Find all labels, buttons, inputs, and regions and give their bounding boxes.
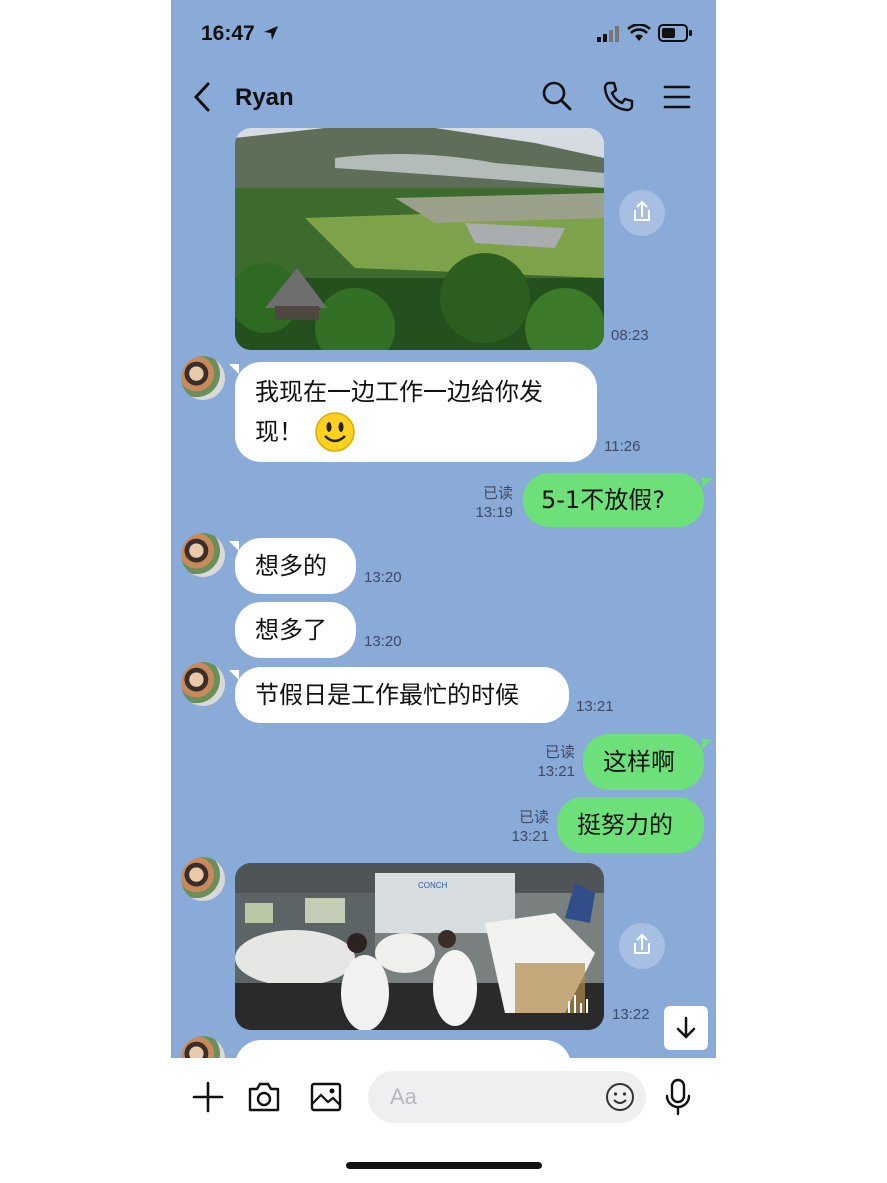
message-bubble-outgoing[interactable]: 5-1不放假? <box>523 473 704 527</box>
emoji-icon[interactable] <box>604 1081 636 1113</box>
message-text: 这样啊 <box>603 748 675 776</box>
avatar[interactable] <box>181 1036 225 1058</box>
message-input[interactable]: Aa <box>368 1071 646 1123</box>
input-placeholder: Aa <box>390 1084 417 1109</box>
bubble-tail <box>229 364 239 374</box>
message-time: 08:23 <box>611 327 649 344</box>
message-text: 5-1不放假? <box>541 486 665 514</box>
phone-icon[interactable] <box>602 80 634 112</box>
message-time: 13:20 <box>364 569 402 586</box>
bubble-tail <box>229 670 239 680</box>
status-time: 16:47 <box>201 22 255 45</box>
home-indicator[interactable] <box>346 1162 542 1169</box>
arrow-down-icon <box>676 1016 696 1039</box>
share-button[interactable] <box>619 190 665 236</box>
microphone-icon[interactable] <box>663 1078 693 1116</box>
composer-bar: Aa <box>171 1058 716 1183</box>
message-text: 想多了 <box>255 616 327 644</box>
photo-message-landscape[interactable] <box>235 128 604 350</box>
read-receipt: 已读 13:19 <box>475 485 513 521</box>
message-bubble-incoming[interactable]: 想多了 <box>235 602 356 658</box>
chat-area[interactable]: 16:47 Ryan 08:23 我现在一边工作一边给你发 现！ 11:26 已… <box>171 0 716 1058</box>
read-receipt: 已读 13:21 <box>537 744 575 780</box>
share-button[interactable] <box>619 923 665 969</box>
scroll-to-bottom-button[interactable] <box>664 1006 708 1050</box>
avatar[interactable] <box>181 857 225 901</box>
message-text: 现！ <box>255 418 303 446</box>
avatar[interactable] <box>181 533 225 577</box>
message-bubble-outgoing[interactable]: 这样啊 <box>583 734 704 790</box>
battery-icon <box>658 24 692 42</box>
smiley-emoji-icon <box>315 412 355 452</box>
wifi-icon <box>627 24 651 41</box>
message-bubble-incoming[interactable]: 想多的 <box>235 538 356 594</box>
message-bubble-incoming[interactable] <box>235 1040 571 1058</box>
bubble-tail <box>702 478 712 488</box>
back-icon[interactable] <box>191 82 213 112</box>
message-bubble-incoming[interactable]: 节假日是工作最忙的时候 <box>235 667 569 723</box>
contact-name[interactable]: Ryan <box>235 84 294 112</box>
landscape-photo <box>235 128 604 350</box>
video-message[interactable]: CONCH <box>235 863 604 1030</box>
message-bubble-outgoing[interactable]: 挺努力的 <box>557 797 704 853</box>
plus-icon[interactable] <box>191 1080 225 1114</box>
message-text: 想多的 <box>255 552 327 580</box>
gallery-icon[interactable] <box>309 1080 343 1114</box>
menu-icon[interactable] <box>663 84 691 110</box>
message-time: 13:22 <box>612 1006 650 1023</box>
bubble-tail <box>702 739 712 749</box>
location-arrow-icon <box>264 26 278 40</box>
message-time: 13:21 <box>576 698 614 715</box>
message-text: 我现在一边工作一边给你发 <box>255 378 543 406</box>
avatar[interactable] <box>181 356 225 400</box>
message-text: 挺努力的 <box>577 811 673 839</box>
factory-sign: CONCH <box>418 881 448 890</box>
factory-video-thumbnail: CONCH <box>235 863 604 1030</box>
read-receipt: 已读 13:21 <box>511 809 549 845</box>
search-icon[interactable] <box>541 80 573 112</box>
message-time: 11:26 <box>604 438 641 455</box>
share-icon <box>634 933 650 954</box>
share-icon <box>634 200 650 221</box>
camera-icon[interactable] <box>247 1080 281 1114</box>
signal-icon <box>597 26 619 42</box>
avatar[interactable] <box>181 662 225 706</box>
message-text: 节假日是工作最忙的时候 <box>255 681 519 709</box>
phone-screen: 16:47 Ryan 08:23 我现在一边工作一边给你发 现！ 11:26 已… <box>171 0 716 1183</box>
bubble-tail <box>229 541 239 551</box>
message-bubble-incoming[interactable]: 我现在一边工作一边给你发 现！ <box>235 362 597 462</box>
message-time: 13:20 <box>364 633 402 650</box>
